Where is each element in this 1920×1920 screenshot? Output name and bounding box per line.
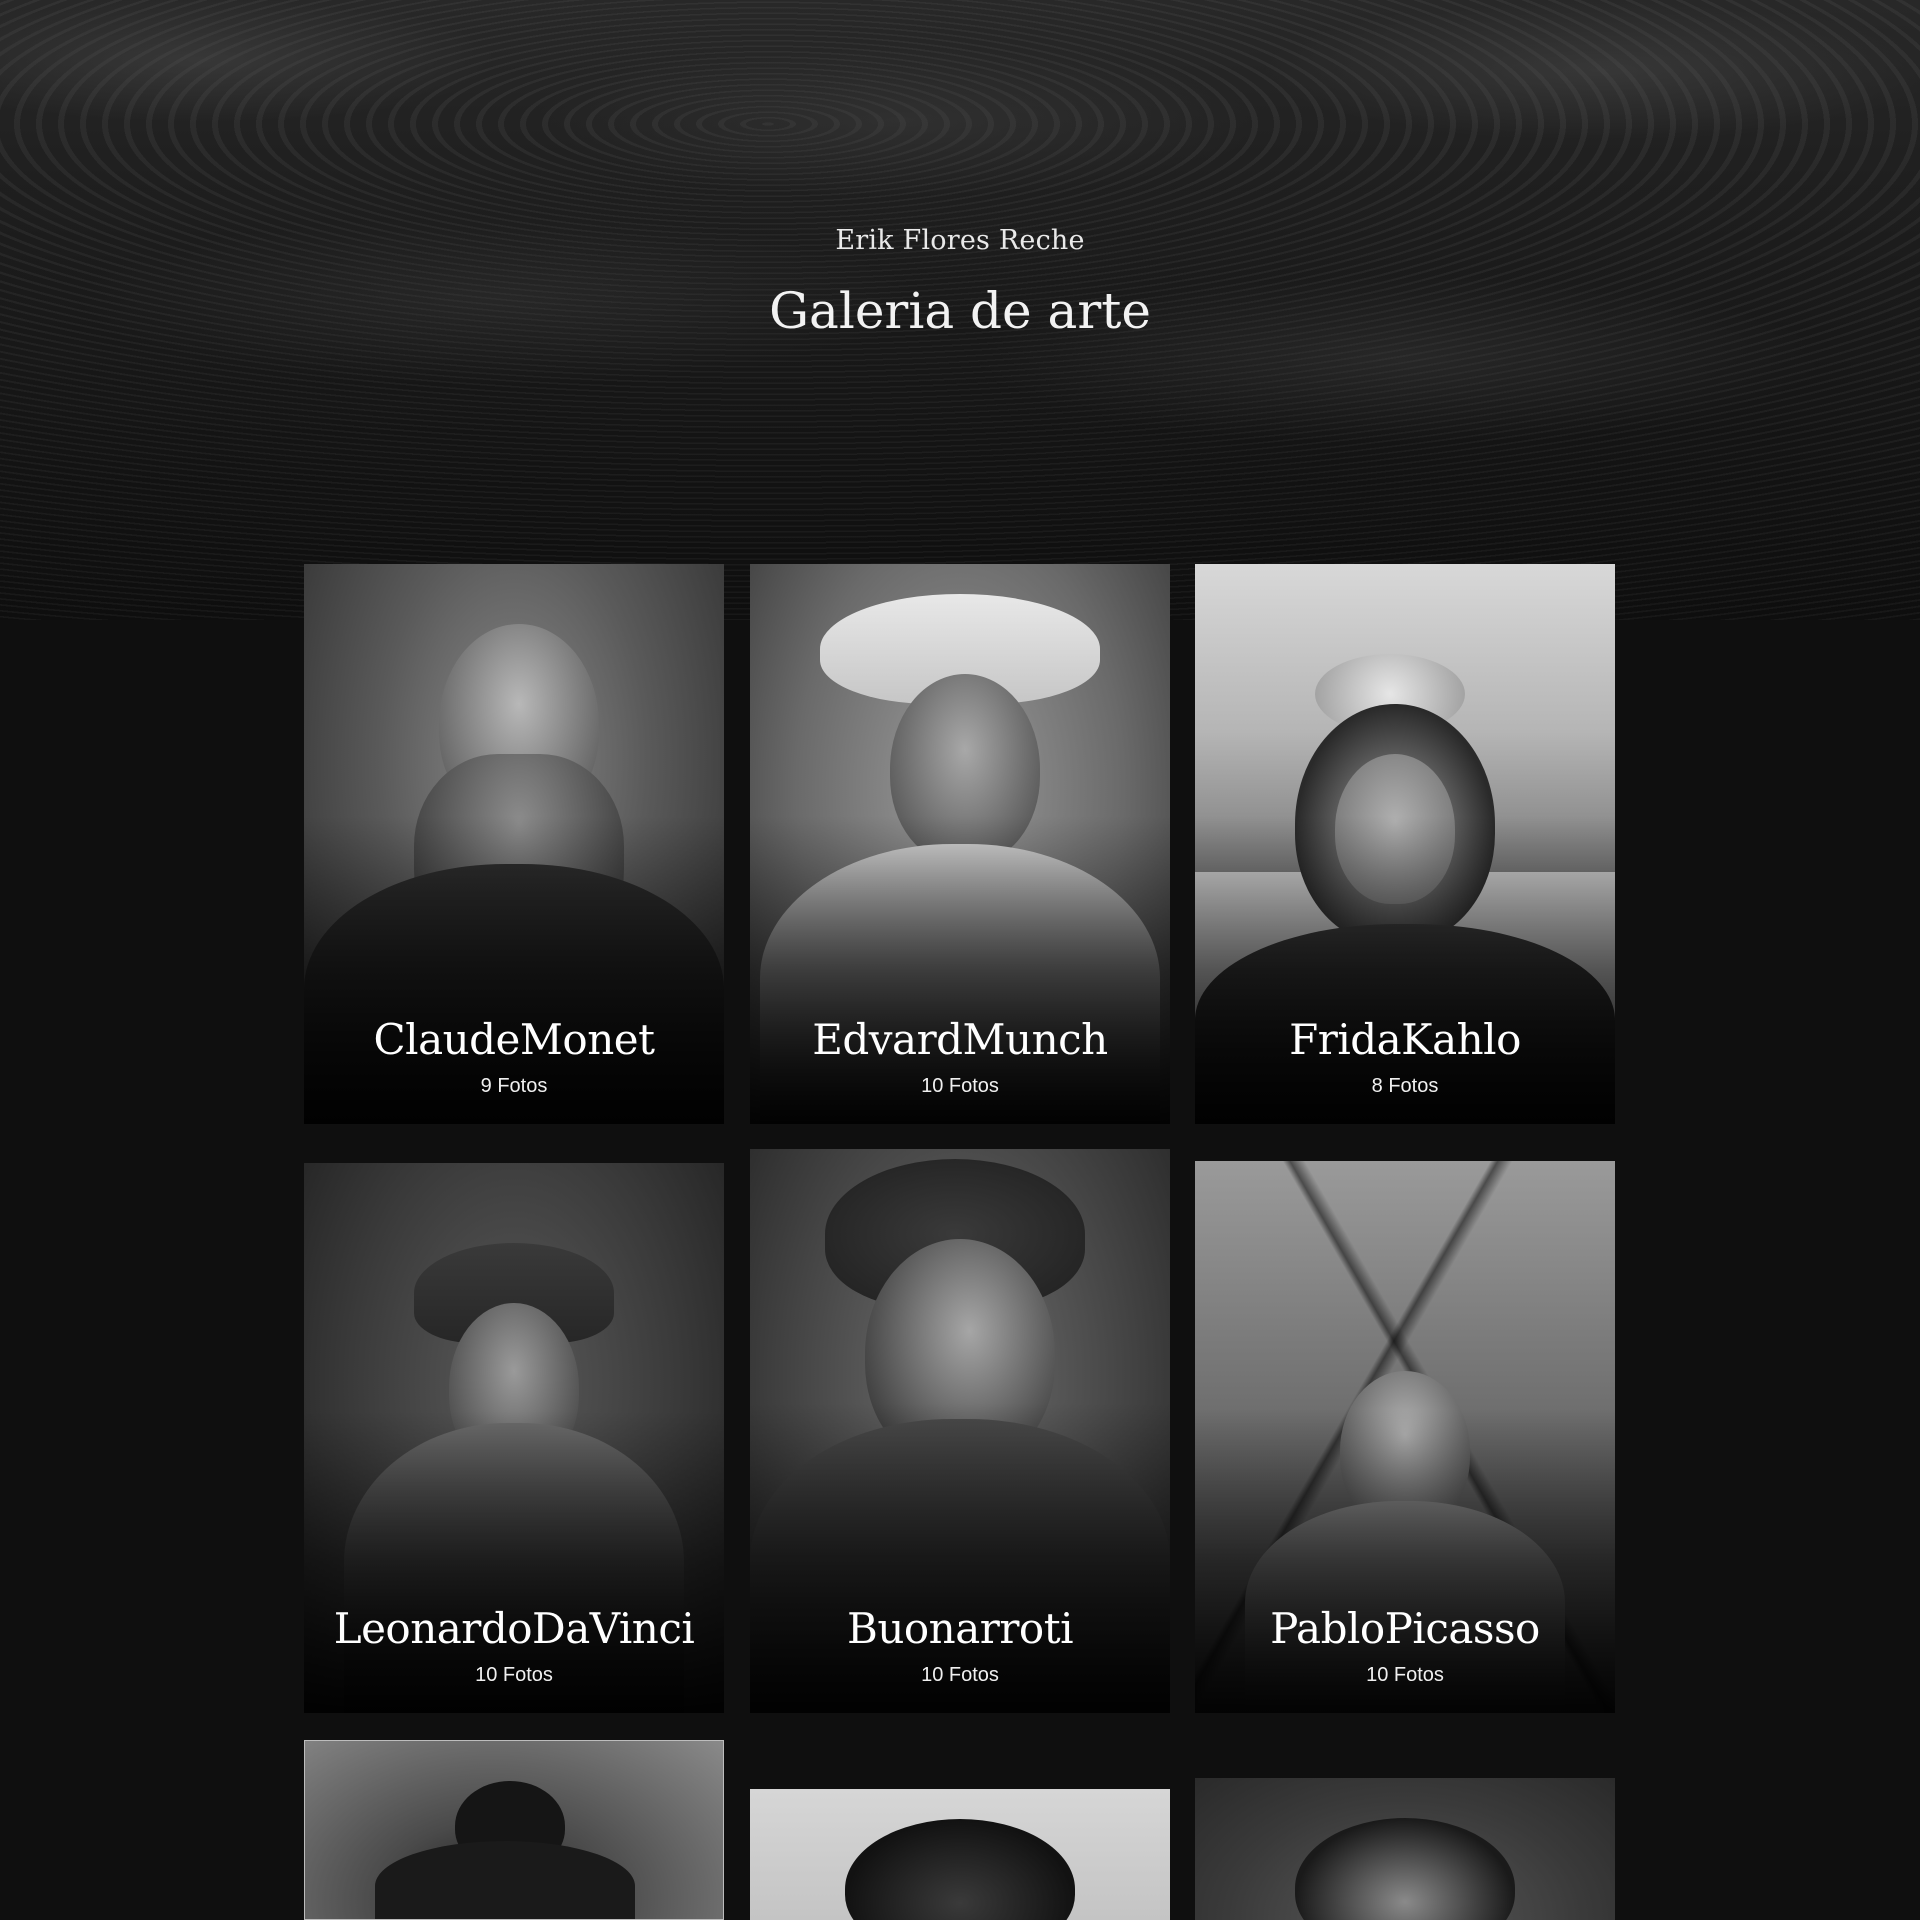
artist-photo bbox=[305, 1741, 723, 1919]
photo-count: 9 Fotos bbox=[480, 1075, 548, 1097]
photo-count: 8 Fotos bbox=[1371, 1075, 1439, 1097]
page-title: Galeria de arte bbox=[769, 282, 1151, 340]
artist-card-9[interactable] bbox=[1195, 1778, 1615, 1920]
artist-photo bbox=[1195, 1778, 1615, 1920]
artist-card-7[interactable] bbox=[304, 1740, 724, 1920]
photo-count: 10 Fotos bbox=[921, 1664, 999, 1686]
artist-card-leonardo-da-vinci[interactable]: LeonardoDaVinci 10 Fotos bbox=[304, 1163, 724, 1713]
author-name: Erik Flores Reche bbox=[835, 225, 1085, 256]
photo-count: 10 Fotos bbox=[1366, 1664, 1444, 1686]
artist-name: EdvardMunch bbox=[812, 1015, 1108, 1064]
artist-photo bbox=[750, 1789, 1170, 1920]
artist-card-pablo-picasso[interactable]: PabloPicasso 10 Fotos bbox=[1195, 1161, 1615, 1713]
artist-card-claude-monet[interactable]: ClaudeMonet 9 Fotos bbox=[304, 564, 724, 1124]
artist-name: FridaKahlo bbox=[1289, 1015, 1521, 1064]
page-header: Erik Flores Reche Galeria de arte bbox=[0, 225, 1920, 340]
artist-card-edvard-munch[interactable]: EdvardMunch 10 Fotos bbox=[750, 564, 1170, 1124]
artist-name: ClaudeMonet bbox=[373, 1015, 655, 1064]
artist-card-frida-kahlo[interactable]: FridaKahlo 8 Fotos bbox=[1195, 564, 1615, 1124]
photo-count: 10 Fotos bbox=[921, 1075, 999, 1097]
artist-card-buonarroti[interactable]: Buonarroti 10 Fotos bbox=[750, 1149, 1170, 1713]
artist-name: PabloPicasso bbox=[1270, 1604, 1540, 1653]
artist-name: LeonardoDaVinci bbox=[333, 1604, 695, 1653]
photo-count: 10 Fotos bbox=[475, 1664, 553, 1686]
artist-name: Buonarroti bbox=[846, 1604, 1074, 1653]
artist-card-8[interactable] bbox=[750, 1789, 1170, 1920]
